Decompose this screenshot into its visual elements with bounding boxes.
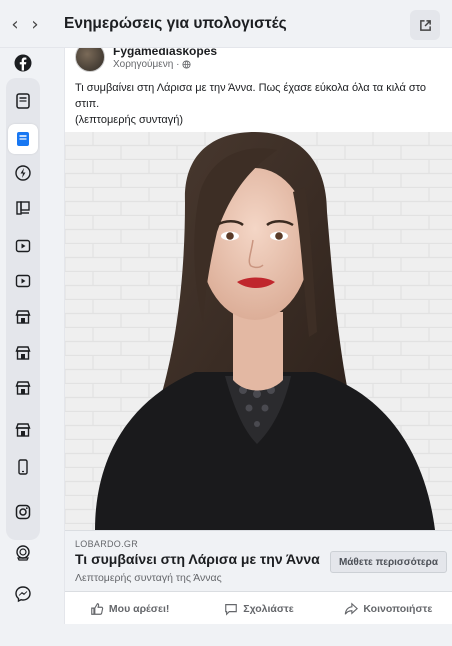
thumbs-up-icon	[91, 603, 104, 615]
chevron-left-icon[interactable]: ‹	[6, 14, 24, 35]
globe-icon	[182, 60, 191, 69]
sidebar	[0, 48, 46, 646]
sidebar-item-facebook[interactable]	[8, 48, 38, 78]
post-text-line: (λεπτομερής συνταγή)	[75, 114, 184, 126]
sponsored-text: Χορηγούμενη ·	[113, 59, 180, 70]
comment-label: Σχολιάστε	[243, 603, 294, 615]
sidebar-item-instagram[interactable]	[8, 497, 38, 527]
sponsored-label: Χορηγούμενη ·	[113, 59, 191, 70]
page-title: Ενημερώσεις για υπολογιστές	[64, 15, 287, 32]
external-link-icon	[419, 19, 431, 31]
sidebar-item-news[interactable]	[8, 86, 38, 116]
sidebar-item-marketplace-4[interactable]	[8, 415, 38, 445]
link-title[interactable]: Τι συμβαίνει στη Λάρισα με την Άννα	[75, 551, 320, 567]
oculus-icon	[16, 545, 30, 561]
news-icon	[17, 132, 29, 146]
link-description: Λεπτομερής συνταγή της Άννας	[75, 572, 222, 584]
sidebar-item-marketplace-2[interactable]	[8, 338, 38, 368]
sidebar-item-pages[interactable]	[8, 193, 38, 223]
popout-button[interactable]	[410, 10, 440, 40]
video-icon	[15, 274, 31, 288]
learn-more-button[interactable]: Μάθετε περισσότερα	[329, 551, 447, 573]
comment-icon	[225, 604, 238, 616]
sidebar-item-lightning[interactable]	[8, 158, 38, 188]
sidebar-item-marketplace-1[interactable]	[8, 302, 38, 332]
store-icon	[15, 310, 31, 324]
avatar[interactable]	[75, 48, 105, 72]
share-button[interactable]: Κοινοποιήστε	[324, 594, 452, 624]
post-text-line: Τι συμβαίνει στη Λάρισα με την Άννα. Πως…	[75, 82, 427, 110]
phone-icon	[18, 459, 28, 475]
sponsored-post: Fygamediaskopes Χορηγούμενη · Τι συμβαίν…	[64, 48, 452, 624]
feed: Fygamediaskopes Χορηγούμενη · Τι συμβαίν…	[46, 48, 452, 646]
sidebar-item-marketplace-3[interactable]	[8, 373, 38, 403]
sidebar-item-oculus[interactable]	[8, 538, 38, 568]
share-icon	[345, 602, 359, 615]
portrait-photo	[65, 132, 452, 530]
store-icon	[15, 381, 31, 395]
post-image[interactable]	[65, 132, 452, 530]
post-text: Τι συμβαίνει στη Λάρισα με την Άννα. Πως…	[75, 80, 445, 128]
news-icon	[16, 93, 30, 109]
comment-button[interactable]: Σχολιάστε	[194, 594, 323, 624]
sidebar-item-news-active[interactable]	[8, 124, 38, 154]
video-icon	[15, 239, 31, 253]
post-actions: Μου αρέσει! Σχολιάστε Κοινοποιήστε	[65, 594, 452, 624]
store-icon	[15, 423, 31, 437]
share-label: Κοινοποιήστε	[363, 603, 433, 615]
like-label: Μου αρέσει!	[108, 603, 170, 615]
instagram-icon	[15, 504, 31, 520]
like-button[interactable]: Μου αρέσει!	[65, 594, 194, 624]
store-icon	[15, 346, 31, 360]
facebook-icon	[14, 54, 32, 72]
sidebar-item-messenger[interactable]	[8, 579, 38, 609]
messenger-icon	[15, 586, 31, 603]
post-header: Fygamediaskopes Χορηγούμενη ·	[65, 48, 452, 74]
chevron-right-icon[interactable]: ›	[26, 14, 44, 35]
top-bar: ‹ › Ενημερώσεις για υπολογιστές	[0, 0, 452, 48]
news-icon	[16, 201, 30, 215]
lightning-icon	[15, 165, 31, 181]
link-preview[interactable]: LOBARDO.GR Τι συμβαίνει στη Λάρισα με τη…	[65, 530, 452, 592]
page-name[interactable]: Fygamediaskopes	[113, 48, 217, 58]
sidebar-item-video-1[interactable]	[8, 231, 38, 261]
sidebar-item-video-2[interactable]	[8, 266, 38, 296]
link-domain: LOBARDO.GR	[75, 539, 139, 549]
sidebar-item-phone[interactable]	[8, 452, 38, 482]
